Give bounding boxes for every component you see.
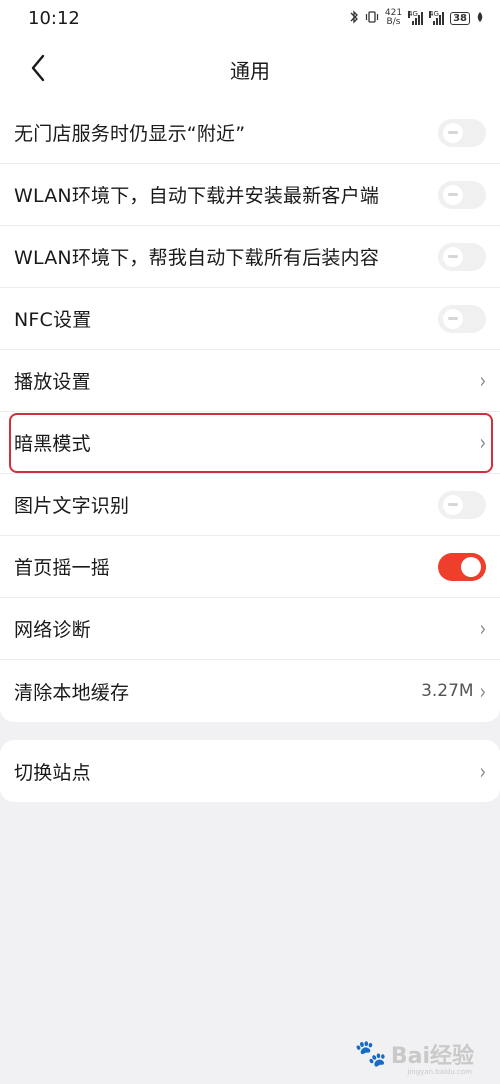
chevron-right-icon: › bbox=[479, 429, 486, 456]
row-right: › bbox=[480, 367, 486, 394]
row-right: › bbox=[480, 615, 486, 642]
settings-row-label: WLAN环境下，自动下载并安装最新客户端 bbox=[14, 185, 380, 207]
signal-strength-icon-2: 4G bbox=[429, 10, 445, 25]
settings-row-label: 网络诊断 bbox=[14, 619, 91, 641]
toggle-switch[interactable] bbox=[438, 118, 486, 147]
settings-row-network-diagnosis[interactable]: 网络诊断 › bbox=[0, 598, 500, 660]
baidu-watermark: 🐾 Bai经验 jingyan.baidu.com bbox=[354, 1038, 474, 1076]
switch-site-label: 切换站点 bbox=[14, 761, 91, 784]
row-right: 3.27M › bbox=[421, 678, 486, 705]
page-title: 通用 bbox=[230, 58, 270, 83]
row-right bbox=[438, 180, 486, 209]
toggle-knob bbox=[443, 494, 463, 515]
settings-row-label: 清除本地缓存 bbox=[14, 681, 130, 704]
settings-row-auto-update-client[interactable]: WLAN环境下，自动下载并安装最新客户端 bbox=[0, 164, 500, 226]
row-right bbox=[438, 490, 486, 519]
toggle-switch[interactable] bbox=[438, 490, 486, 519]
chevron-right-icon: › bbox=[479, 677, 486, 705]
toggle-knob bbox=[461, 556, 481, 577]
settings-row-image-text-recognition[interactable]: 图片文字识别 bbox=[0, 474, 500, 536]
settings-row-label: 播放设置 bbox=[14, 371, 91, 393]
header: 通用 bbox=[0, 36, 500, 102]
signal-strength-icon-1: 4G bbox=[408, 10, 424, 25]
settings-row-nearby-display[interactable]: 无门店服务时仍显示“附近” bbox=[0, 102, 500, 164]
row-right bbox=[438, 118, 486, 147]
settings-row-dark-mode[interactable]: 暗黑模式 › bbox=[0, 412, 500, 474]
paw-icon: 🐾 bbox=[354, 1039, 387, 1069]
chevron-left-icon bbox=[31, 54, 45, 82]
signal-1-label: 4G bbox=[408, 10, 418, 18]
network-speed: 421 B/s bbox=[385, 9, 402, 27]
settings-row-home-shake[interactable]: 首页摇一摇 bbox=[0, 536, 500, 598]
watermark-sub: jingyan.baidu.com bbox=[407, 1068, 472, 1076]
watermark-text: Bai经验 bbox=[390, 1044, 474, 1069]
toggle-switch[interactable] bbox=[438, 180, 486, 209]
toggle-knob bbox=[443, 184, 463, 205]
site-card: 切换站点 › bbox=[0, 740, 500, 802]
cache-size-value: 3.27M bbox=[421, 681, 474, 701]
row-right: › bbox=[480, 758, 486, 785]
settings-row-playback-settings[interactable]: 播放设置 › bbox=[0, 350, 500, 412]
settings-list: 无门店服务时仍显示“附近” WLAN环境下，自动下载并安装最新客户端 WLAN环境下… bbox=[0, 102, 500, 722]
toggle-knob bbox=[443, 122, 463, 143]
settings-row-label: NFC设置 bbox=[14, 309, 92, 331]
battery-icon: 38 bbox=[450, 11, 470, 25]
network-speed-unit: B/s bbox=[386, 17, 401, 27]
toggle-switch[interactable] bbox=[438, 242, 486, 271]
settings-row-label: 首页摇一摇 bbox=[14, 557, 111, 579]
row-right bbox=[438, 304, 486, 333]
back-button[interactable] bbox=[18, 46, 58, 90]
status-icons: 421 B/s 4G 4G 38 bbox=[349, 9, 484, 27]
status-bar: 10:12 421 B/s 4G 4G 38 bbox=[0, 0, 500, 36]
row-right bbox=[438, 552, 486, 581]
settings-row-nfc-settings[interactable]: NFC设置 bbox=[0, 288, 500, 350]
chevron-right-icon: › bbox=[479, 615, 486, 642]
leaf-icon bbox=[476, 11, 484, 26]
status-time: 10:12 bbox=[28, 7, 80, 29]
settings-row-auto-download-content[interactable]: WLAN环境下，帮我自动下载所有后装内容 bbox=[0, 226, 500, 288]
settings-row-label: WLAN环境下，帮我自动下载所有后装内容 bbox=[14, 247, 380, 269]
chevron-right-icon: › bbox=[479, 367, 486, 394]
row-right: › bbox=[480, 429, 486, 456]
switch-site-row[interactable]: 切换站点 › bbox=[0, 740, 500, 802]
settings-row-label: 图片文字识别 bbox=[14, 495, 130, 517]
settings-row-label: 暗黑模式 bbox=[14, 433, 91, 455]
vibrate-icon bbox=[365, 10, 379, 27]
settings-row-label: 无门店服务时仍显示“附近” bbox=[14, 123, 246, 145]
signal-2-label: 4G bbox=[429, 10, 439, 18]
toggle-knob bbox=[443, 246, 463, 267]
settings-row-clear-cache[interactable]: 清除本地缓存 3.27M › bbox=[0, 660, 500, 722]
chevron-right-icon: › bbox=[479, 757, 486, 785]
row-right bbox=[438, 242, 486, 271]
bluetooth-icon bbox=[349, 9, 359, 27]
toggle-knob bbox=[443, 308, 463, 329]
toggle-switch[interactable] bbox=[438, 552, 486, 581]
toggle-switch[interactable] bbox=[438, 304, 486, 333]
